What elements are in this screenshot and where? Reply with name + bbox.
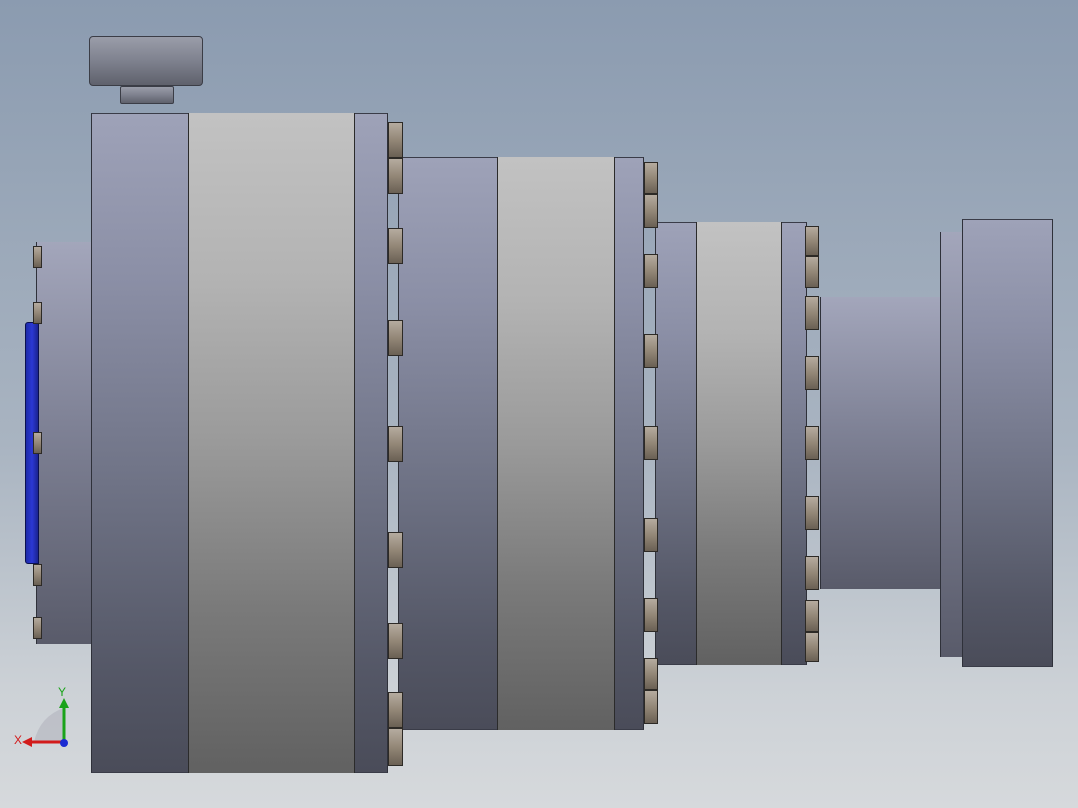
bolt <box>805 226 819 256</box>
triad-y-label: Y <box>58 685 66 699</box>
bolt <box>805 256 819 288</box>
bolt <box>805 496 819 530</box>
bolt <box>388 532 403 568</box>
triad-x-label: X <box>14 733 22 747</box>
stage1-ring-gear-band[interactable] <box>188 113 355 773</box>
bolt <box>388 728 403 766</box>
bolt <box>805 296 819 330</box>
bolt <box>644 518 658 552</box>
triad-x-arrow <box>22 737 32 747</box>
triad-z-shade <box>34 708 64 742</box>
output-transition[interactable] <box>940 232 964 657</box>
bolt <box>33 246 42 268</box>
bolt <box>388 426 403 462</box>
bolt <box>644 690 658 724</box>
triad-y-arrow <box>59 698 69 708</box>
breather-cap[interactable] <box>89 36 203 86</box>
bolt <box>805 632 819 662</box>
breather-neck[interactable] <box>120 86 174 104</box>
bolt <box>33 617 42 639</box>
bolt <box>388 228 403 264</box>
bolt <box>388 122 403 158</box>
bolt <box>388 623 403 659</box>
reference-triad: X Y <box>14 685 69 747</box>
bolt <box>805 356 819 390</box>
bolt <box>805 600 819 632</box>
bolt <box>644 254 658 288</box>
stage2-ring-gear-band[interactable] <box>497 157 615 730</box>
bolt <box>33 432 42 454</box>
bolt <box>805 556 819 590</box>
output-flange[interactable] <box>962 219 1053 667</box>
output-neck[interactable] <box>820 297 942 589</box>
bolt <box>644 426 658 460</box>
input-adapter-flange[interactable] <box>36 242 94 644</box>
stage3-ring-gear-band[interactable] <box>696 222 782 665</box>
triad-z-axis <box>60 739 68 747</box>
bolt <box>388 158 403 194</box>
bolt <box>644 194 658 228</box>
bolt <box>388 320 403 356</box>
bolt <box>644 334 658 368</box>
bolt <box>644 162 658 194</box>
bolt <box>805 426 819 460</box>
bolt <box>644 598 658 632</box>
bolt <box>644 658 658 690</box>
graphics-viewport[interactable]: X Y <box>0 0 1078 808</box>
bolt <box>33 302 42 324</box>
bolt <box>388 692 403 728</box>
bolt <box>33 564 42 586</box>
